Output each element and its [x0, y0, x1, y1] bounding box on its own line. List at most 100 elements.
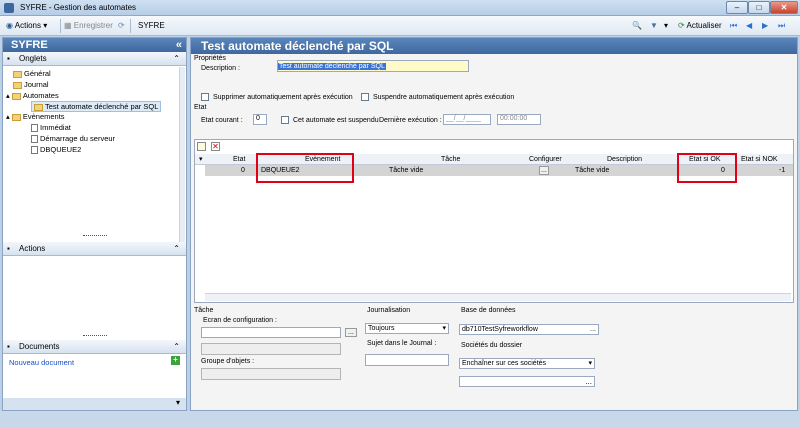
tree-item-label: Immédiat: [40, 123, 71, 132]
suspend-after-exec-checkbox[interactable]: [361, 93, 369, 101]
col-description[interactable]: Description: [607, 156, 642, 163]
societes-list-field[interactable]: ...: [459, 376, 595, 387]
chevron-up-icon[interactable]: ⌃: [173, 340, 180, 354]
documents-label: Documents: [19, 342, 60, 351]
delete-after-exec-label: Supprimer automatiquement après exécutio…: [213, 94, 353, 101]
chevron-up-icon[interactable]: ⌃: [173, 242, 180, 256]
cell-etat-si-nok: -1: [779, 167, 786, 174]
tree-item-general[interactable]: Général: [13, 69, 51, 78]
splitter-grip[interactable]: [83, 335, 107, 337]
document-icon: [31, 146, 38, 155]
tree-item-journal[interactable]: Journal: [13, 80, 49, 89]
etat-courant-label: Etat courant :: [201, 117, 243, 124]
chevron-down-icon: ▾: [588, 360, 592, 367]
tree-item-label: Automates: [22, 91, 59, 100]
close-button[interactable]: ✕: [770, 1, 798, 14]
toolbar: ◉ Actions ▾ ▦ Enregistrer ⟳ SYFRE 🔍 ▼ ▾ …: [0, 16, 800, 36]
groupe-field[interactable]: [201, 368, 341, 380]
new-row-icon[interactable]: [197, 142, 206, 151]
properties-group-label: Propriétés: [194, 55, 226, 62]
collapse-pane-icon[interactable]: «: [176, 38, 182, 52]
row-marker-icon: ▾: [199, 156, 203, 163]
sujet-field[interactable]: [365, 354, 449, 366]
circle-icon: ▪: [7, 54, 10, 63]
dropdown-icon[interactable]: ▾: [664, 19, 668, 33]
tree-item-automates[interactable]: ▴ Automates: [6, 91, 59, 100]
chevron-up-icon[interactable]: ⌃: [173, 52, 180, 66]
documents-header[interactable]: ▪ Documents ⌃: [3, 340, 186, 354]
col-tache[interactable]: Tâche: [441, 156, 460, 163]
highlight-etat-si-ok: [677, 153, 737, 183]
delete-after-exec-checkbox[interactable]: [201, 93, 209, 101]
left-pane: SYFRE « ▪ Onglets ⌃ Général Journal ▴ Au…: [2, 37, 187, 411]
tree-item-label: Général: [24, 69, 51, 78]
status-bar: [0, 411, 800, 428]
app-icon: [4, 3, 14, 13]
last-exec-date-field[interactable]: __/__/____: [443, 114, 491, 125]
cell-configure-button[interactable]: ...: [539, 166, 549, 175]
actions-header[interactable]: ▪ Actions ⌃: [3, 242, 186, 256]
splitter-grip[interactable]: [83, 235, 107, 237]
database-field[interactable]: db710TestSyfreworkflow...: [459, 324, 599, 335]
journalisation-select[interactable]: Toujours ▾: [365, 323, 449, 334]
col-etat[interactable]: Etat: [233, 156, 245, 163]
last-exec-time-field[interactable]: 00:00:00: [497, 114, 541, 125]
horizontal-scrollbar[interactable]: [205, 293, 791, 301]
automate-grid: ✕ ▾ Etat Evènement Tâche Configurer Desc…: [194, 139, 794, 303]
tree-item-test-automate[interactable]: Test automate déclenché par SQL: [31, 101, 162, 112]
societes-value: Enchaîner sur ces sociétés: [462, 360, 547, 367]
tree-item-evenements[interactable]: ▴ Evènements: [6, 112, 65, 121]
database-browse-button[interactable]: ...: [590, 325, 596, 334]
last-record-icon[interactable]: ⏭: [778, 19, 785, 33]
last-exec-label: Dernière exécution :: [379, 117, 442, 124]
ecran-browse-button[interactable]: ...: [345, 328, 357, 337]
col-etat-si-nok[interactable]: Etat si NOK: [741, 156, 778, 163]
first-record-icon[interactable]: ⏮: [730, 19, 737, 33]
journalisation-group-label: Journalisation: [367, 307, 411, 314]
tree-item-demarrage[interactable]: Démarrage du serveur: [31, 134, 115, 144]
maximize-button[interactable]: □: [748, 1, 770, 14]
filter-icon[interactable]: ▼: [650, 19, 658, 33]
actions-menu[interactable]: ◉ Actions ▾: [6, 19, 47, 33]
add-document-icon[interactable]: +: [171, 356, 180, 365]
tree-item-immediat[interactable]: Immédiat: [31, 123, 71, 133]
window-title: SYFRE - Gestion des automates: [20, 3, 137, 12]
societes-browse-button[interactable]: ...: [585, 377, 592, 386]
separator: [60, 19, 61, 33]
save-label: Enregistrer: [73, 21, 113, 30]
save-button[interactable]: ▦ Enregistrer: [64, 19, 113, 33]
onglets-header[interactable]: ▪ Onglets ⌃: [3, 52, 186, 66]
chevron-down-icon: ▾: [442, 325, 446, 332]
ecran-label: Ecran de configuration :: [203, 317, 277, 324]
description-field[interactable]: Test automate déclenché par SQL: [277, 60, 469, 72]
new-document-link[interactable]: Nouveau document: [9, 358, 74, 367]
app-title-text: SYFRE: [11, 39, 48, 51]
onglets-label: Onglets: [19, 54, 47, 63]
suspended-checkbox[interactable]: [281, 116, 289, 124]
folder-icon: [13, 81, 22, 89]
database-value: db710TestSyfreworkflow: [462, 326, 538, 333]
page-title: Test automate déclenché par SQL: [191, 38, 797, 54]
scrollbar[interactable]: [179, 67, 185, 242]
folder-icon: [11, 92, 21, 100]
chevron-down-icon[interactable]: ▾: [3, 398, 186, 410]
tree-item-dbqueue2[interactable]: DBQUEUE2: [31, 145, 81, 155]
tree-item-label: Journal: [24, 80, 49, 89]
etat-courant-field[interactable]: 0: [253, 114, 267, 125]
groupe-label: Groupe d'objets :: [201, 358, 255, 365]
refresh-icon[interactable]: ⟳: [118, 19, 125, 33]
tree-item-label: Evènements: [22, 112, 65, 121]
ecran-field[interactable]: [201, 327, 341, 338]
col-configurer[interactable]: Configurer: [529, 156, 562, 163]
breadcrumb: SYFRE: [138, 21, 165, 30]
cell-etat: 0: [241, 167, 245, 174]
folder-icon: [34, 103, 43, 111]
save-icon: ▦: [64, 21, 72, 30]
refresh-button[interactable]: ⟳ Actualiser: [678, 19, 722, 33]
next-record-icon[interactable]: ▶: [762, 19, 768, 33]
minimize-button[interactable]: –: [726, 1, 748, 14]
search-icon[interactable]: 🔍: [632, 19, 642, 33]
societes-select[interactable]: Enchaîner sur ces sociétés ▾: [459, 358, 595, 369]
previous-record-icon[interactable]: ◀: [746, 19, 752, 33]
delete-row-icon[interactable]: ✕: [211, 142, 220, 151]
